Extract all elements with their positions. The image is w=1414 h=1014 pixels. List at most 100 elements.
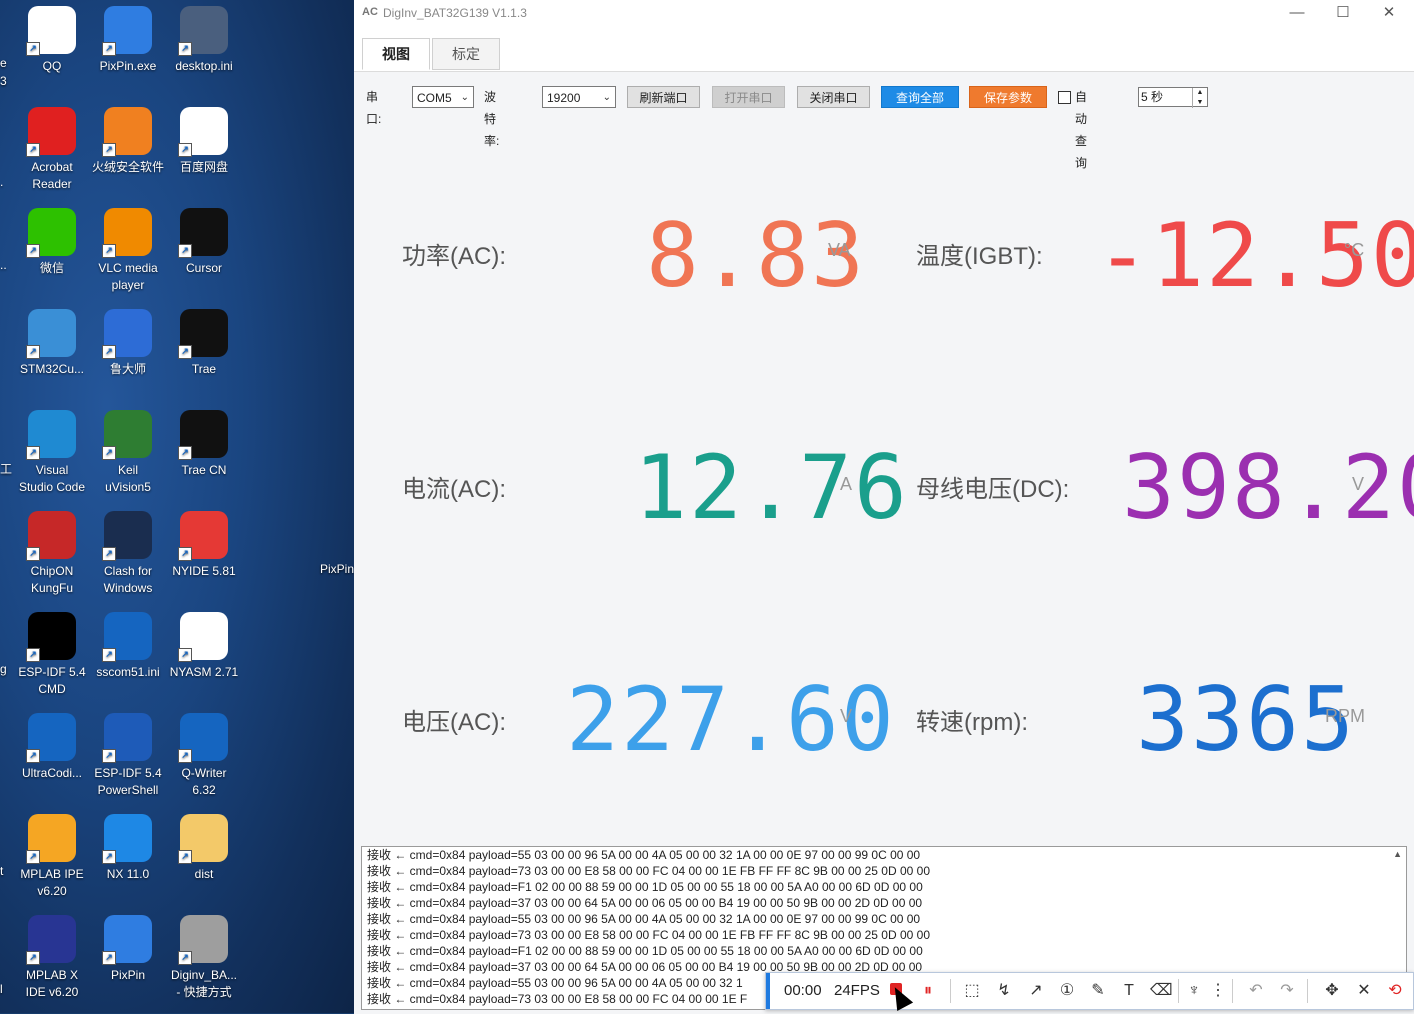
desktop-icon[interactable]: ↗ 火绒安全软件 [90,107,166,176]
metric-unit: VA [828,240,851,260]
interval-spinbox[interactable]: 5 秒 ▲ ▼ [1138,87,1208,108]
desktop-icon[interactable]: ↗ VLC media player [90,208,166,294]
metric-unit: V [1352,474,1365,494]
auto-query-checkbox[interactable] [1058,91,1071,104]
settings-file-icon: ↗ [178,6,228,56]
more-icon[interactable]: ⋮ [1208,981,1228,1001]
pen-icon[interactable]: ✎ [1088,981,1108,1001]
ultracoding-icon: ↗ [26,713,76,763]
nyasm-icon: ↗ [178,612,228,662]
ludashi-icon: ↗ [102,309,152,359]
maximize-button[interactable]: ☐ [1320,0,1366,28]
text-icon[interactable]: T [1119,981,1139,1001]
restart-record-icon[interactable]: ⟲ [1385,981,1405,1001]
shortcut-arrow-icon: ↗ [178,143,192,157]
close-button[interactable]: ✕ [1366,0,1412,28]
desktop-icon[interactable]: ↗ STM32Cu... [14,309,90,378]
desktop-icon[interactable]: ↗ MPLAB X IDE v6.20 [14,915,90,1001]
polyline-icon[interactable]: ↯ [994,981,1014,1001]
spin-arrows-icon[interactable]: ▲ ▼ [1192,88,1207,108]
desktop-icon[interactable]: ↗ MPLAB IPE v6.20 [14,814,90,900]
desktop-partial-label: . [0,175,4,189]
shortcut-arrow-icon: ↗ [26,648,40,662]
port-select[interactable]: COM5 ⌄ [412,86,474,108]
title-bar[interactable]: AC DigInv_BAT32G139 V1.1.3 — ☐ ✕ [354,0,1414,28]
desktop-icon[interactable]: ↗ sscom51.ini [90,612,166,681]
refresh-port-button[interactable]: 刷新端口 [627,86,700,108]
undo-icon[interactable]: ↶ [1246,981,1266,1001]
desktop-icon[interactable]: ↗ Keil uVision5 [90,410,166,496]
desktop-icon[interactable]: ↗ Q-Writer 6.32 [166,713,242,799]
desktop-icon-label: UltraCodi... [21,766,83,780]
metric-value: 3365 [1136,668,1356,771]
baud-select[interactable]: 19200 ⌄ [542,86,616,108]
move-icon[interactable]: ✥ [1322,981,1342,1001]
desktop-icon-label: Visual Studio Code [18,463,86,494]
save-params-button[interactable]: 保存参数 [969,86,1047,108]
desktop-icon[interactable]: ↗ ChipON KungFu [14,511,90,597]
minimize-button[interactable]: — [1274,0,1320,28]
tab-view[interactable]: 视图 [362,38,430,70]
port-label: 串口: [366,90,382,126]
desktop-icon[interactable]: ↗ Diginv_BA... - 快捷方式 [166,915,242,1001]
shortcut-arrow-icon: ↗ [102,850,116,864]
redo-icon[interactable]: ↷ [1277,981,1297,1001]
desktop-icon[interactable]: ↗ 百度网盘 [166,107,242,176]
desktop-icon[interactable]: ↗ QQ [14,6,90,75]
scroll-up-icon[interactable]: ▲ [1393,849,1402,859]
desktop-icon-label: QQ [42,59,62,73]
desktop-icon-label: Q-Writer 6.32 [181,766,227,797]
spotlight-icon[interactable]: ♆ [1184,981,1204,1001]
shortcut-arrow-icon: ↗ [102,951,116,965]
desktop-icon[interactable]: ↗ Trae [166,309,242,378]
desktop-icon[interactable]: ↗ ESP-IDF 5.4 PowerShell [90,713,166,799]
pause-icon[interactable]: ⏸ [918,981,938,1001]
tab-calibration[interactable]: 标定 [432,38,500,70]
nx-globe-icon: ↗ [102,814,152,864]
number-marker-icon[interactable]: ① [1057,981,1077,1001]
desktop-icon[interactable]: ↗ Visual Studio Code [14,410,90,496]
ini-file-icon: ↗ [102,612,152,662]
metric-unit: A [840,474,853,494]
desktop-icon-label: dist [194,867,214,881]
desktop-icon[interactable]: ↗ UltraCodi... [14,713,90,782]
desktop-partial-label: .. [0,258,7,272]
close-icon[interactable]: ✕ [1354,981,1374,1001]
desktop-icon[interactable]: ↗ NX 11.0 [90,814,166,883]
desktop-icon[interactable]: ↗ ESP-IDF 5.4 CMD [14,612,90,698]
desktop-icon-label: Trae CN [181,463,227,477]
desktop-icon[interactable]: ↗ Cursor [166,208,242,277]
desktop-icon[interactable]: ↗ Acrobat Reader [14,107,90,193]
app-logo-icon: AC [362,6,378,18]
chipon-kungfu-icon: ↗ [26,511,76,561]
shortcut-arrow-icon: ↗ [26,951,40,965]
desktop-icon[interactable]: ↗ desktop.ini [166,6,242,75]
view-panel: 串口: COM5 ⌄ 波特率: 19200 ⌄ 刷新端口 打开串口 关闭串口 查… [354,71,1414,1014]
desktop-icon[interactable]: ↗ 微信 [14,208,90,277]
desktop-partial-label: PixPin [320,562,354,576]
arrow-icon[interactable]: ↗ [1026,981,1046,1001]
desktop-icon-label: MPLAB X IDE v6.20 [25,968,79,999]
shape-icon[interactable]: ⬚ [962,981,982,1001]
desktop-icon[interactable]: ↗ Trae CN [166,410,242,479]
open-port-button[interactable]: 打开串口 [712,86,785,108]
desktop-icon[interactable]: ↗ NYIDE 5.81 [166,511,242,580]
query-all-button[interactable]: 查询全部 [881,86,959,108]
close-port-button[interactable]: 关闭串口 [797,86,870,108]
shortcut-arrow-icon: ↗ [26,446,40,460]
desktop-icon[interactable]: ↗ PixPin.exe [90,6,166,75]
desktop-icon[interactable]: ↗ Clash for Windows [90,511,166,597]
desktop-icon[interactable]: ↗ dist [166,814,242,883]
metric-unit: V [840,706,853,726]
eraser-icon[interactable]: ⌫ [1150,981,1173,1001]
desktop-partial-label: t [0,864,4,878]
desktop-icon[interactable]: ↗ PixPin [90,915,166,984]
recorder-grip[interactable] [766,973,770,1009]
recording-time: 00:00 [784,982,822,999]
desktop-partial-label: l [0,982,3,996]
shortcut-arrow-icon: ↗ [102,244,116,258]
desktop-icon[interactable]: ↗ NYASM 2.71 [166,612,242,681]
shortcut-arrow-icon: ↗ [178,244,192,258]
desktop-icon[interactable]: ↗ 鲁大师 [90,309,166,378]
stm32cube-mx-icon: ↗ [26,309,76,359]
